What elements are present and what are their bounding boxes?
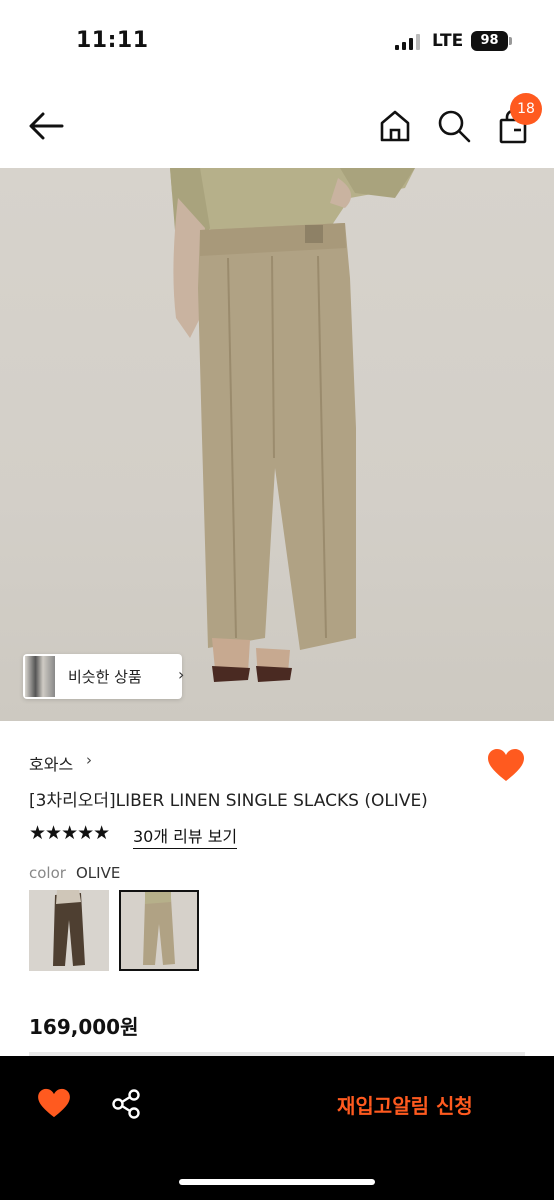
cart-count-badge: 18 (510, 93, 542, 125)
back-button[interactable] (26, 108, 66, 144)
swatch-image (53, 890, 85, 966)
star-rating: ★★★★★ (29, 822, 110, 844)
similar-thumbnail (25, 656, 55, 697)
status-bar: 11:11 LTE 98 (0, 0, 554, 84)
search-icon (438, 110, 471, 143)
chevron-right-icon: › (86, 751, 92, 769)
product-photo (170, 168, 415, 682)
color-label: color (29, 864, 66, 882)
home-button[interactable] (378, 108, 412, 144)
battery-indicator: 98 (471, 31, 508, 51)
home-indicator (179, 1179, 375, 1185)
chevron-right-icon: › (178, 665, 185, 684)
home-icon (380, 110, 410, 142)
review-link[interactable]: 30개 리뷰 보기 (133, 823, 238, 849)
product-image[interactable]: 비슷한 상품 › (0, 168, 554, 721)
heart-icon[interactable] (487, 748, 525, 782)
status-time: 11:11 (76, 28, 149, 53)
product-price: 169,000원 (29, 1015, 139, 1039)
color-swatch-brown[interactable] (29, 890, 109, 971)
signal-icon (395, 34, 420, 50)
color-swatch-olive[interactable] (119, 890, 199, 971)
carrier-label: LTE (432, 31, 464, 51)
battery-nub (509, 37, 512, 45)
bottom-action-bar: 재입고알림 신청 (0, 1056, 554, 1200)
heart-icon[interactable] (37, 1088, 71, 1118)
similar-products-label: 비슷한 상품 (68, 668, 142, 686)
color-value: OLIVE (76, 864, 121, 882)
search-button[interactable] (436, 108, 472, 144)
restock-alert-button[interactable]: 재입고알림 신청 (337, 1090, 473, 1119)
back-arrow-icon (29, 112, 64, 140)
share-icon[interactable] (110, 1088, 142, 1120)
product-title: [3차리오더]LIBER LINEN SINGLE SLACKS (OLIVE) (29, 791, 428, 811)
swatch-image (143, 892, 175, 965)
similar-products-button[interactable]: 비슷한 상품 › (23, 654, 185, 699)
brand-link[interactable]: 호와스 (29, 751, 73, 775)
top-nav: 18 (0, 84, 554, 168)
